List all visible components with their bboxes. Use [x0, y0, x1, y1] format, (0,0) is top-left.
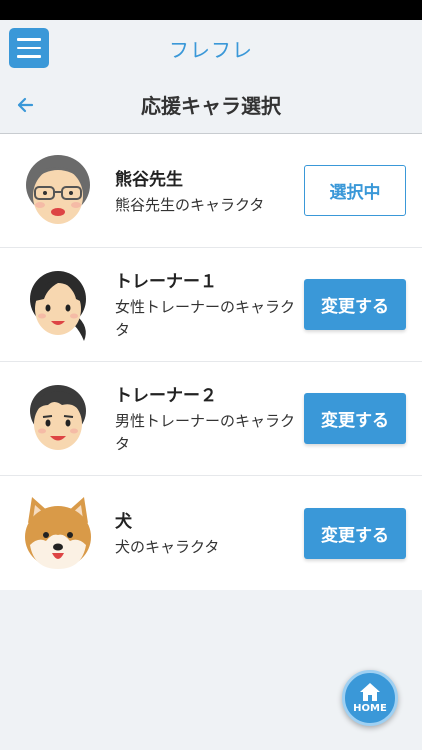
character-name: トレーナー１	[115, 272, 217, 292]
character-row: トレーナー２ 男性トレーナーのキャラクタ 変更する	[0, 362, 422, 476]
character-row: 犬 犬のキャラクタ 変更する	[0, 476, 422, 590]
character-name: トレーナー２	[115, 386, 217, 406]
page-header: 応援キャラ選択	[0, 76, 422, 134]
character-description: 女性トレーナーのキャラクタ	[115, 298, 296, 339]
female-trainer-avatar-icon	[30, 271, 86, 341]
character-description: 男性トレーナーのキャラクタ	[115, 412, 296, 453]
selected-button[interactable]: 選択中	[304, 165, 406, 216]
character-description: 犬のキャラクタ	[115, 538, 220, 556]
app-title: フレフレ	[169, 37, 253, 62]
change-button[interactable]: 変更する	[304, 279, 406, 330]
change-button[interactable]: 変更する	[304, 507, 406, 559]
dog-avatar-icon	[25, 497, 91, 569]
home-icon	[360, 683, 380, 701]
status-bar	[0, 0, 422, 20]
arrow-left-icon	[17, 97, 34, 113]
menu-button[interactable]	[9, 28, 49, 68]
home-label: HOME	[353, 703, 387, 714]
home-button[interactable]: HOME	[342, 670, 398, 726]
character-row: 熊谷先生 熊谷先生のキャラクタ 選択中	[0, 134, 422, 248]
character-name: 犬	[115, 512, 132, 532]
page-title: 応援キャラ選択	[141, 94, 281, 118]
male-trainer-avatar-icon	[30, 385, 86, 450]
back-button[interactable]	[10, 90, 40, 120]
teacher-avatar-icon	[26, 155, 90, 224]
change-button[interactable]: 変更する	[304, 393, 406, 444]
character-row: トレーナー１ 女性トレーナーのキャラクタ 変更する	[0, 248, 422, 362]
hamburger-icon	[17, 38, 41, 41]
app-header: フレフレ	[0, 20, 422, 76]
character-name: 熊谷先生	[115, 169, 183, 190]
character-list: 熊谷先生 熊谷先生のキャラクタ 選択中 トレーナー１ 女性トレーナーのキャラクタ…	[0, 134, 422, 590]
character-description: 熊谷先生のキャラクタ	[115, 195, 265, 214]
